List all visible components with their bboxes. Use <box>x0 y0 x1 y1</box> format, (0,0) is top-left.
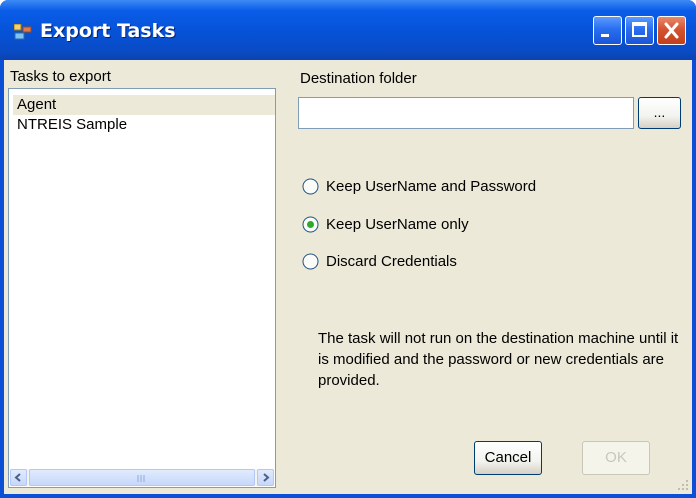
export-tasks-window: Export Tasks Tasks to export Agent NTREI… <box>0 0 696 498</box>
title-bar[interactable]: Export Tasks <box>0 0 696 60</box>
cancel-button[interactable]: Cancel <box>474 441 542 475</box>
close-button[interactable] <box>657 16 686 45</box>
scroll-left-button[interactable] <box>10 469 27 486</box>
close-icon <box>664 22 679 39</box>
browse-button[interactable]: ... <box>638 97 681 129</box>
radio-label: Keep UserName and Password <box>326 178 537 195</box>
dialog-body: Tasks to export Agent NTREIS Sample Dest… <box>4 60 692 494</box>
grip-icon <box>137 475 145 482</box>
list-item-ntreis-sample[interactable]: NTREIS Sample <box>13 115 275 135</box>
radio-unchecked-icon[interactable] <box>302 178 319 195</box>
minimize-icon <box>601 34 609 37</box>
minimize-button[interactable] <box>593 16 622 45</box>
tasks-to-export-label: Tasks to export <box>10 68 111 85</box>
radio-checked-icon[interactable] <box>302 216 319 233</box>
scroll-thumb[interactable] <box>29 469 255 486</box>
radio-unchecked-icon[interactable] <box>302 253 319 270</box>
tasks-listbox[interactable]: Agent NTREIS Sample <box>8 88 276 488</box>
list-item-agent[interactable]: Agent <box>13 95 275 115</box>
chevron-left-icon <box>14 473 21 482</box>
ok-button[interactable]: OK <box>582 441 650 475</box>
radio-label: Discard Credentials <box>326 253 457 270</box>
maximize-button[interactable] <box>625 16 654 45</box>
resize-grip-icon[interactable] <box>676 478 690 492</box>
radio-label: Keep UserName only <box>326 216 469 233</box>
horizontal-scrollbar[interactable] <box>10 469 274 486</box>
info-message: The task will not run on the destination… <box>318 330 679 389</box>
maximize-icon <box>632 22 647 37</box>
destination-folder-input[interactable] <box>298 97 634 129</box>
chevron-right-icon <box>263 473 270 482</box>
app-icon <box>13 23 32 40</box>
destination-folder-label: Destination folder <box>300 70 417 87</box>
window-title: Export Tasks <box>40 20 176 42</box>
scroll-right-button[interactable] <box>257 469 274 486</box>
